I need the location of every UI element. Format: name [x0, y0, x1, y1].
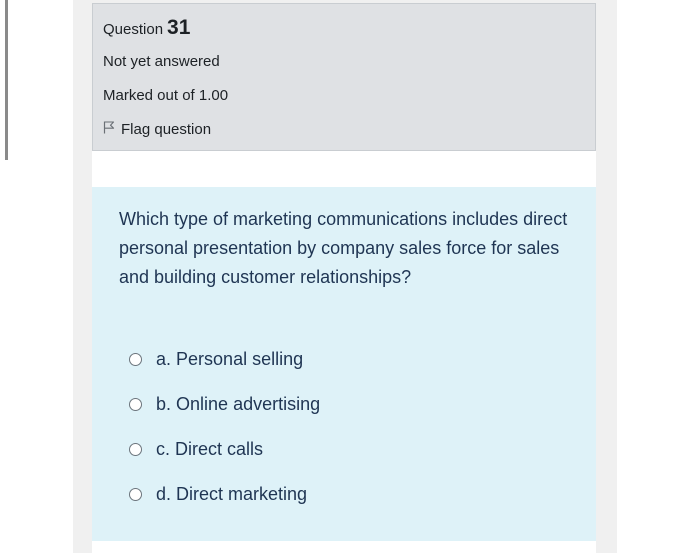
- option-label: Direct calls: [175, 439, 264, 459]
- question-label: Question: [103, 21, 164, 38]
- option-label: Personal selling: [176, 349, 304, 369]
- question-state: Not yet answered: [103, 53, 220, 70]
- answer-option-b[interactable]: b. Online advertising: [129, 394, 320, 415]
- radio-icon[interactable]: [129, 443, 142, 456]
- question-number: 31: [167, 16, 191, 39]
- option-letter: c.: [156, 439, 171, 459]
- answer-option-a[interactable]: a. Personal selling: [129, 349, 303, 370]
- quiz-page: Question 31 Not yet answered Marked out o…: [0, 0, 700, 553]
- flag-question-button[interactable]: Flag question: [103, 121, 211, 138]
- window-edge-bar: [5, 0, 8, 160]
- option-letter: a.: [156, 349, 172, 369]
- option-letter: d.: [156, 484, 172, 504]
- option-label: Direct marketing: [176, 484, 308, 504]
- radio-icon[interactable]: [129, 353, 142, 366]
- question-info-panel: Question 31 Not yet answered Marked out o…: [92, 3, 596, 151]
- radio-icon[interactable]: [129, 488, 142, 501]
- question-content-panel: Which type of marketing communications i…: [92, 187, 596, 541]
- answer-option-d[interactable]: d. Direct marketing: [129, 484, 307, 505]
- option-label: Online advertising: [176, 394, 321, 414]
- option-letter: b.: [156, 394, 172, 414]
- panel-bottom-gap: [92, 541, 596, 553]
- flag-icon: [103, 121, 121, 138]
- answer-option-c[interactable]: c. Direct calls: [129, 439, 263, 460]
- question-grade: Marked out of 1.00: [103, 87, 229, 104]
- flag-question-label: Flag question: [121, 121, 212, 138]
- radio-icon[interactable]: [129, 398, 142, 411]
- panel-gap: [92, 151, 596, 187]
- question-text: Which type of marketing communications i…: [119, 209, 568, 287]
- question-heading: Question 31: [103, 16, 190, 40]
